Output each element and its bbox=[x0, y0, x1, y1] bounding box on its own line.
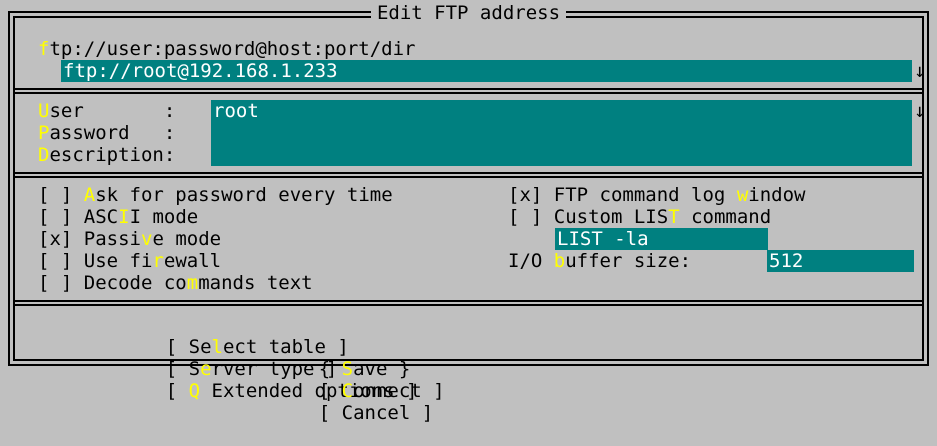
decode-commands-checkbox[interactable]: [ ] Decode commands text bbox=[38, 272, 313, 294]
connect-button[interactable]: [ Connect ] bbox=[319, 380, 445, 402]
url-hint: ftp://user:password@host:port/dir bbox=[38, 38, 416, 60]
ascii-mode-checkbox[interactable]: [ ] ASCII mode bbox=[38, 206, 198, 228]
user-input[interactable]: root bbox=[211, 100, 912, 122]
ftp-url-input[interactable]: ftp://root@192.168.1.233 bbox=[61, 60, 912, 82]
dialog-title: Edit FTP address bbox=[0, 2, 937, 24]
description-input[interactable] bbox=[211, 144, 912, 166]
passive-mode-checkbox[interactable]: [x] Passive mode bbox=[38, 228, 221, 250]
user-history-arrow-icon[interactable]: ↓ bbox=[914, 100, 925, 122]
url-history-arrow-icon[interactable]: ↓ bbox=[914, 60, 925, 82]
ftp-log-window-checkbox[interactable]: [x] FTP command log window bbox=[508, 184, 805, 206]
button-row-2: { Save } [ Connect ] [ Cancel ] bbox=[273, 336, 445, 446]
user-label: User : bbox=[38, 100, 176, 122]
separator-1 bbox=[14, 88, 923, 94]
use-firewall-checkbox[interactable]: [ ] Use firewall bbox=[38, 250, 221, 272]
password-input[interactable] bbox=[211, 122, 912, 144]
ask-password-checkbox[interactable]: [ ] Ask for password every time bbox=[38, 184, 393, 206]
edit-ftp-dialog: Edit FTP address ftp://user:password@hos… bbox=[0, 0, 937, 424]
separator-2 bbox=[14, 172, 923, 178]
buffer-size-label: I/O buffer size: bbox=[508, 250, 692, 272]
cancel-button[interactable]: [ Cancel ] bbox=[319, 402, 433, 424]
separator-3 bbox=[14, 300, 923, 306]
password-label: Password : bbox=[38, 122, 176, 144]
custom-list-checkbox[interactable]: [ ] Custom LIST command bbox=[508, 206, 771, 228]
save-button[interactable]: { Save } bbox=[319, 358, 411, 380]
buffer-size-input[interactable]: 512 bbox=[767, 250, 914, 272]
description-label: Description: bbox=[38, 144, 176, 166]
list-command-input[interactable]: LIST -la bbox=[555, 228, 768, 250]
